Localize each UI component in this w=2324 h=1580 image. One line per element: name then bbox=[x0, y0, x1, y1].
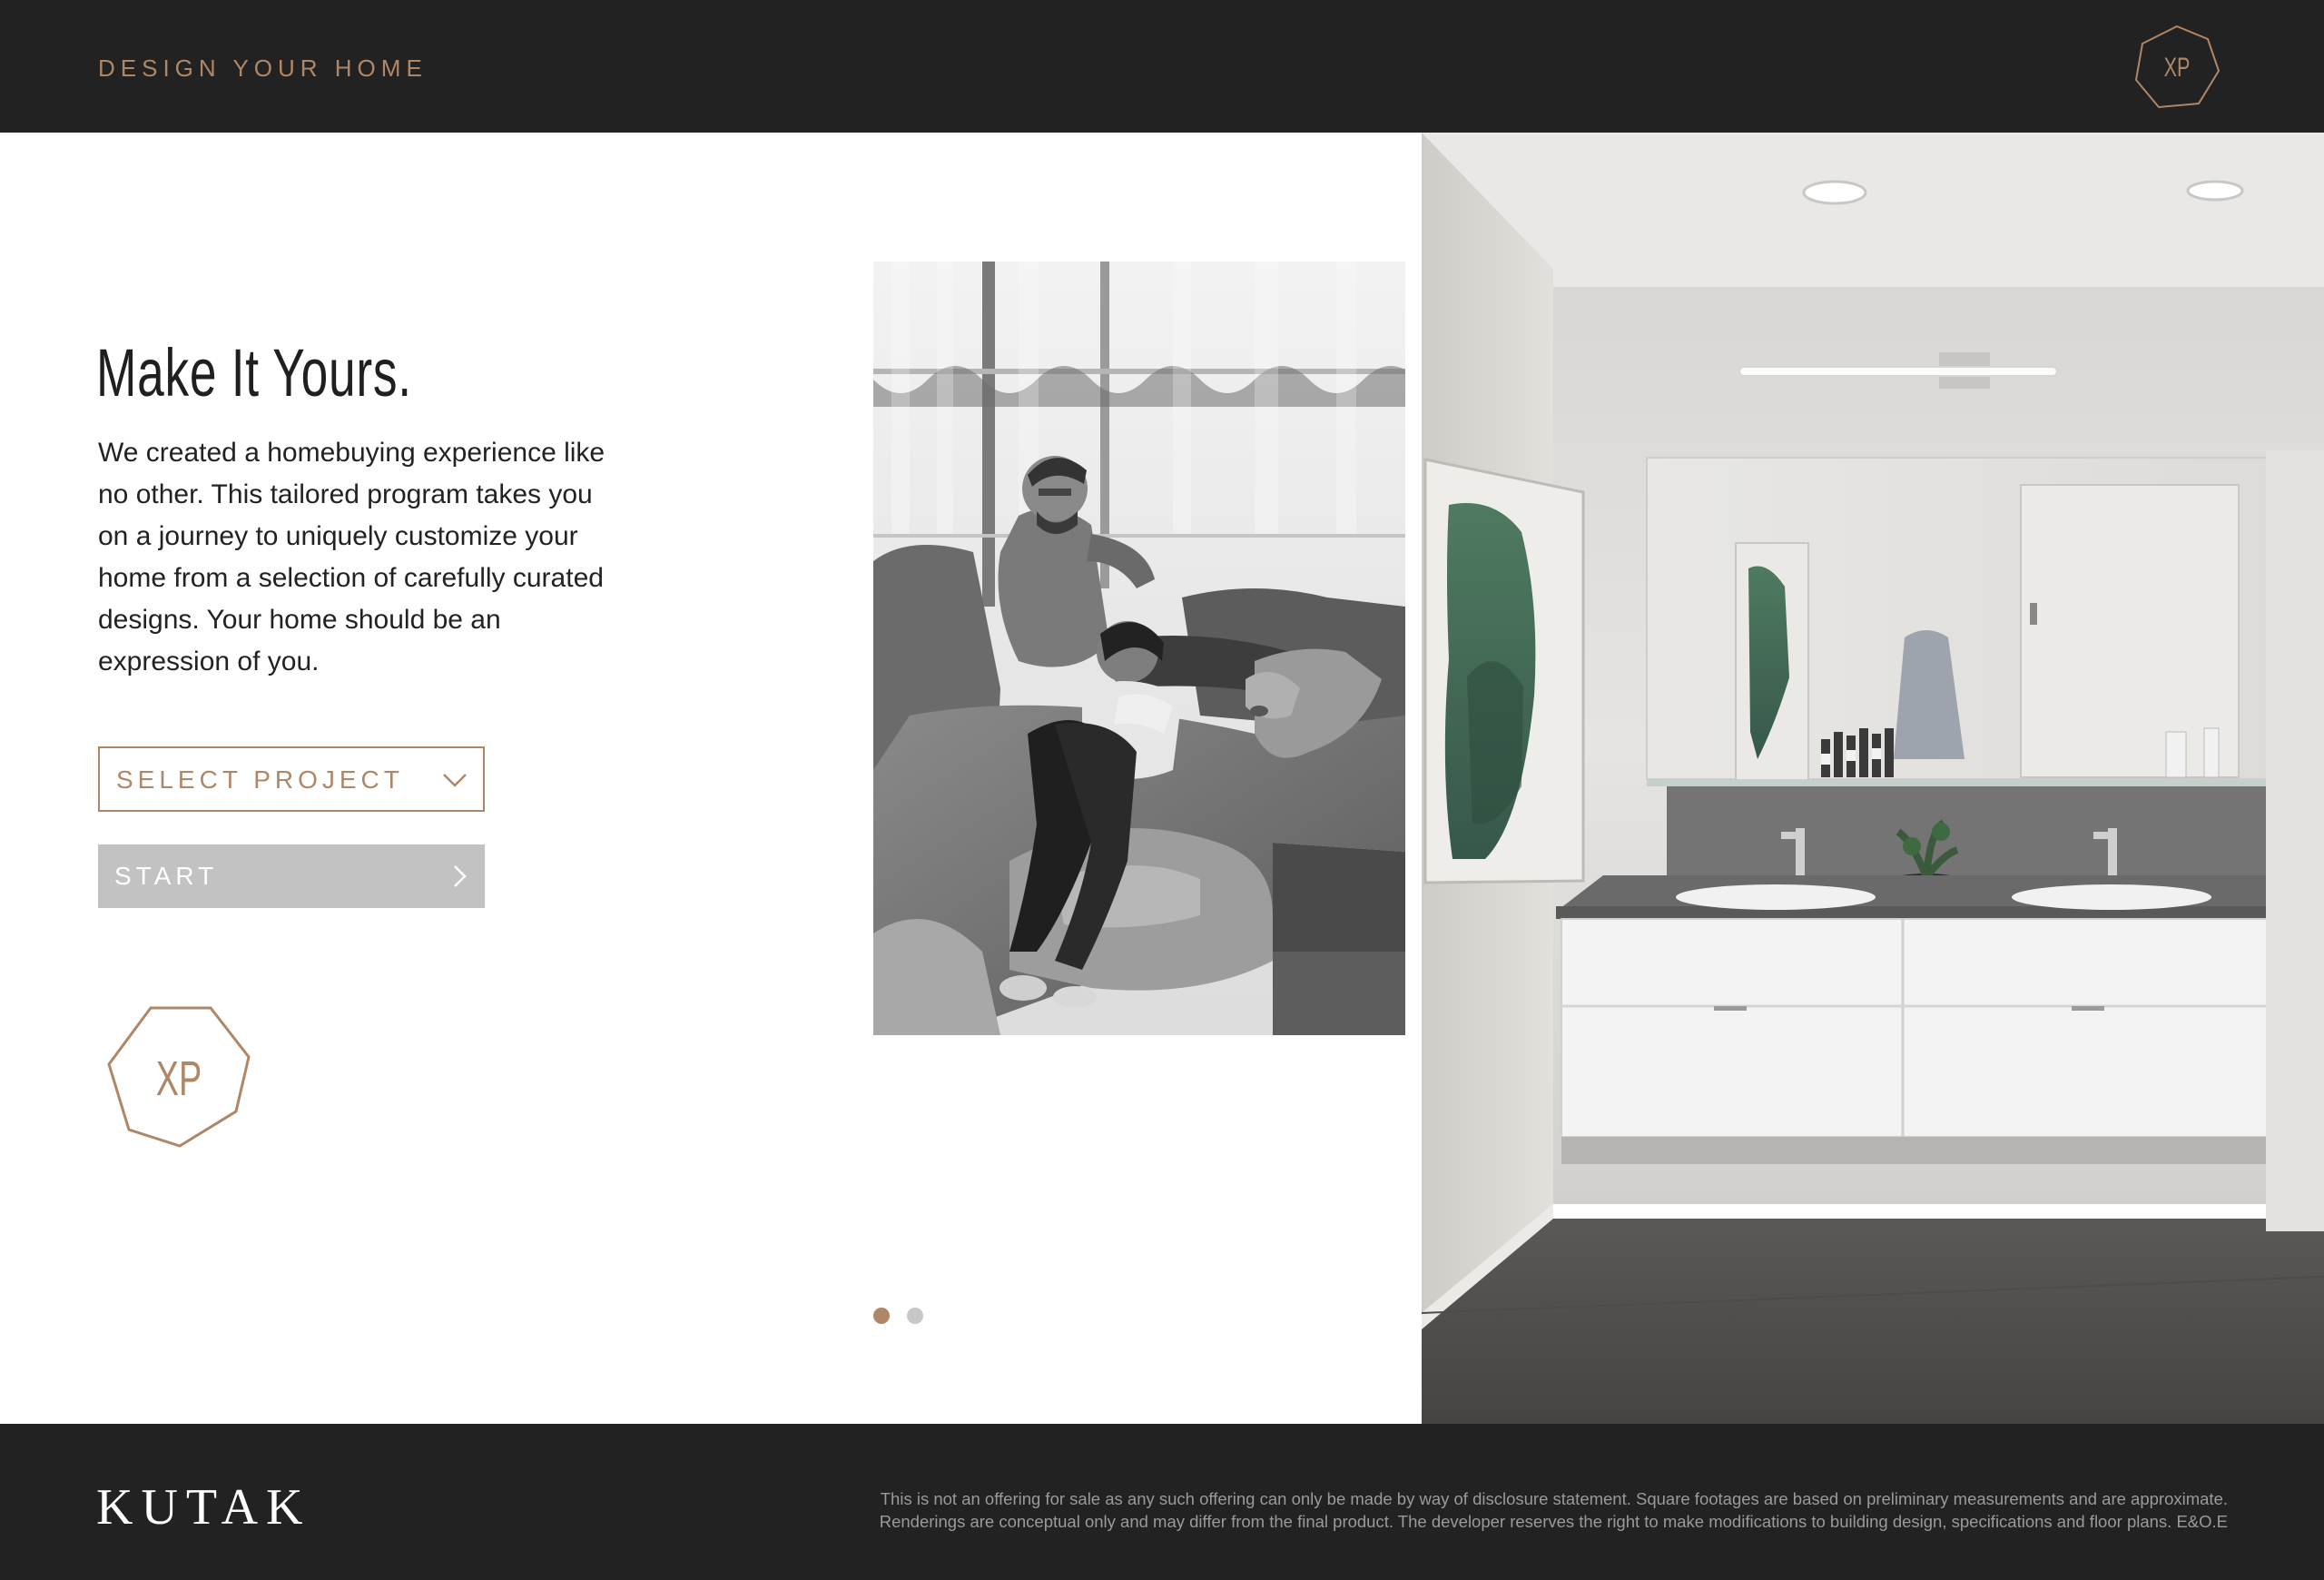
start-button[interactable]: START bbox=[98, 844, 485, 908]
disclaimer-line-2: Renderings are conceptual only and may d… bbox=[879, 1512, 2228, 1531]
page-section-title: DESIGN YOUR HOME bbox=[98, 54, 428, 82]
select-project-dropdown[interactable]: SELECT PROJECT bbox=[98, 746, 485, 812]
header-logo-text: XP bbox=[2164, 51, 2191, 82]
bathroom-rendering bbox=[1422, 133, 2324, 1424]
legal-disclaimer: This is not an offering for sale as any … bbox=[666, 1487, 2228, 1533]
page-headline: Make It Yours. bbox=[96, 335, 412, 410]
select-project-label: SELECT PROJECT bbox=[116, 765, 404, 794]
top-bar: DESIGN YOUR HOME XP bbox=[0, 0, 2324, 133]
badge-text: XP bbox=[156, 1051, 202, 1105]
carousel-dot[interactable] bbox=[907, 1308, 923, 1324]
chevron-down-icon bbox=[443, 774, 467, 787]
xp-badge-icon: XP bbox=[107, 1006, 251, 1148]
intro-paragraph: We created a homebuying experience like … bbox=[98, 438, 606, 676]
chevron-right-icon bbox=[454, 865, 467, 887]
disclaimer-line-1: This is not an offering for sale as any … bbox=[880, 1489, 2228, 1508]
carousel-dot-active[interactable] bbox=[873, 1308, 890, 1324]
footer: KUTAK This is not an offering for sale a… bbox=[0, 1424, 2324, 1580]
start-button-label: START bbox=[114, 862, 219, 890]
xp-logo-icon[interactable]: XP bbox=[2132, 24, 2222, 111]
brand-logo[interactable]: KUTAK bbox=[96, 1480, 311, 1535]
couple-on-sofa-photo bbox=[873, 262, 1405, 1035]
